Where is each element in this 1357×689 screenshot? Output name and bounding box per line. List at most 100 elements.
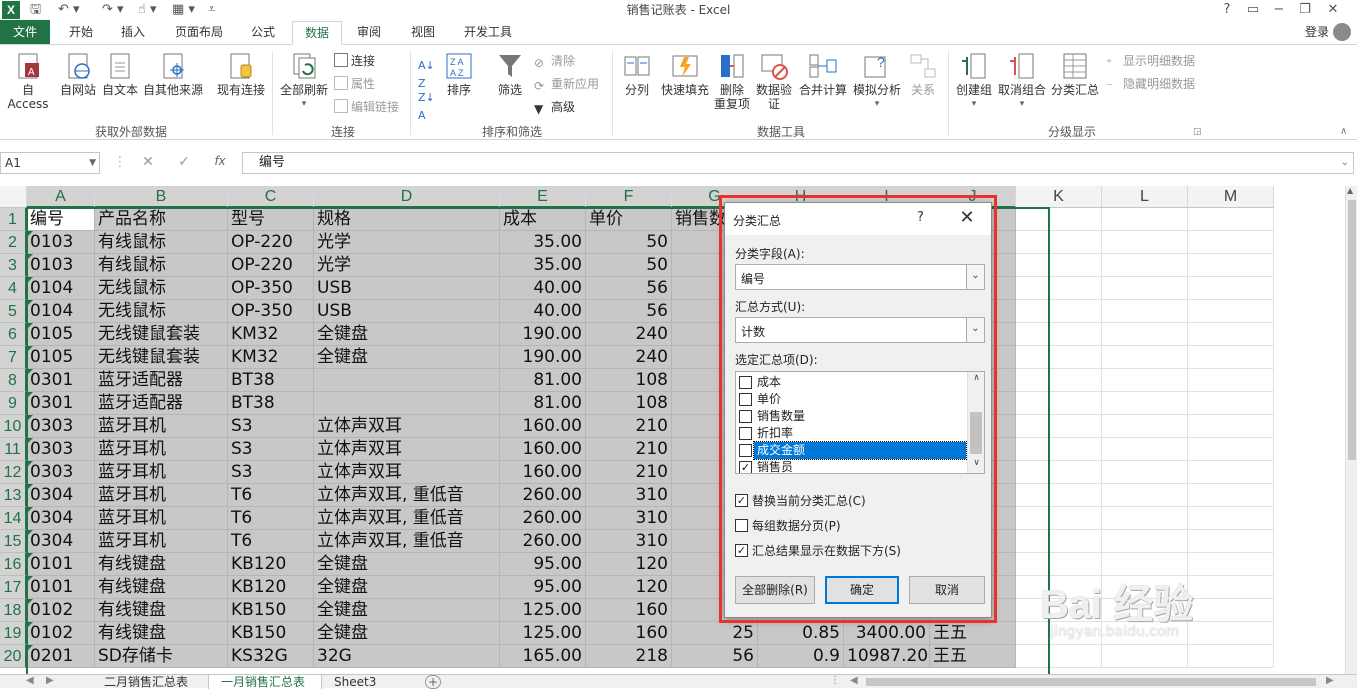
scroll-up-icon[interactable]: ▲	[1347, 186, 1353, 195]
tab-split-icon[interactable]: ⋮	[830, 675, 840, 686]
table-cell[interactable]: 0303	[27, 415, 95, 438]
row-header[interactable]: 17	[0, 576, 27, 599]
table-cell[interactable]: 全键盘	[314, 553, 500, 576]
table-cell[interactable]: 3400.00	[844, 622, 930, 645]
table-cell[interactable]: OP-220	[228, 231, 314, 254]
empty-cell[interactable]	[1016, 277, 1102, 300]
empty-cell[interactable]	[1016, 553, 1102, 576]
table-cell[interactable]: 0101	[27, 553, 95, 576]
table-cell[interactable]: 0103	[27, 254, 95, 277]
table-cell[interactable]: OP-350	[228, 277, 314, 300]
header-cell[interactable]: 成本	[500, 208, 586, 231]
table-cell[interactable]: 25	[672, 622, 758, 645]
row-header[interactable]: 9	[0, 392, 27, 415]
table-cell[interactable]: S3	[228, 415, 314, 438]
table-cell[interactable]: 35.00	[500, 254, 586, 277]
scroll-right-icon[interactable]: ▶	[1326, 675, 1334, 686]
table-cell[interactable]: 0104	[27, 277, 95, 300]
refresh-all-button[interactable]: 全部刷新 ▾	[276, 51, 332, 111]
row-header[interactable]: 10	[0, 415, 27, 438]
empty-cell[interactable]	[1188, 415, 1274, 438]
table-cell[interactable]: KB150	[228, 622, 314, 645]
table-cell[interactable]: 160.00	[500, 461, 586, 484]
empty-cell[interactable]	[1016, 622, 1102, 645]
chevron-down-icon[interactable]: ⌄	[966, 318, 984, 342]
table-cell[interactable]: 蓝牙耳机	[95, 438, 228, 461]
table-cell[interactable]: 0103	[27, 231, 95, 254]
table-cell[interactable]: 蓝牙耳机	[95, 415, 228, 438]
table-cell[interactable]: 125.00	[500, 622, 586, 645]
table-cell[interactable]: 0101	[27, 576, 95, 599]
list-item[interactable]: 成本	[738, 374, 967, 391]
empty-cell[interactable]	[1102, 346, 1188, 369]
table-cell[interactable]: 50	[586, 254, 672, 277]
empty-cell[interactable]	[1016, 254, 1102, 277]
empty-cell[interactable]	[1016, 461, 1102, 484]
empty-cell[interactable]	[1188, 323, 1274, 346]
table-cell[interactable]: 全键盘	[314, 323, 500, 346]
empty-cell[interactable]	[1102, 231, 1188, 254]
field-select[interactable]: 编号 ⌄	[735, 264, 985, 290]
horizontal-scroll-thumb[interactable]	[866, 678, 1316, 686]
existing-connections-button[interactable]: 现有连接	[214, 51, 268, 97]
header-cell[interactable]: 规格	[314, 208, 500, 231]
table-cell[interactable]: 无线键鼠套装	[95, 346, 228, 369]
table-cell[interactable]: 无线鼠标	[95, 277, 228, 300]
row-header[interactable]: 19	[0, 622, 27, 645]
empty-cell[interactable]	[1102, 323, 1188, 346]
sort-asc-icon[interactable]: A↓ Z	[418, 57, 435, 90]
empty-cell[interactable]	[1016, 300, 1102, 323]
empty-cell[interactable]	[1188, 553, 1274, 576]
empty-cell[interactable]	[1102, 622, 1188, 645]
next-sheet-icon[interactable]: ▶	[46, 675, 54, 686]
table-cell[interactable]: KM32	[228, 346, 314, 369]
tab-review[interactable]: 审阅	[346, 20, 392, 44]
table-cell[interactable]: 蓝牙适配器	[95, 392, 228, 415]
collapse-ribbon-icon[interactable]: ∧	[1340, 123, 1347, 141]
list-scroll-thumb[interactable]	[970, 412, 982, 454]
checkbox-icon[interactable]	[739, 376, 752, 389]
text-to-columns-button[interactable]: 分列	[618, 51, 656, 97]
empty-cell[interactable]	[1188, 507, 1274, 530]
subtotal-button[interactable]: 分类汇总	[1048, 51, 1102, 97]
table-cell[interactable]: 0104	[27, 300, 95, 323]
table-cell[interactable]: 35.00	[500, 231, 586, 254]
table-cell[interactable]: 有线键盘	[95, 553, 228, 576]
what-if-analysis-button[interactable]: ? 模拟分析 ▾	[850, 51, 904, 111]
empty-cell[interactable]	[1016, 599, 1102, 622]
table-cell[interactable]: 蓝牙耳机	[95, 530, 228, 553]
table-cell[interactable]: S3	[228, 438, 314, 461]
relationships-button[interactable]: 关系	[904, 51, 942, 97]
empty-cell[interactable]	[1102, 484, 1188, 507]
empty-cell[interactable]	[1102, 530, 1188, 553]
scroll-up-icon[interactable]: ∧	[968, 373, 984, 383]
sheet-tab-january[interactable]: 一月销售汇总表	[208, 675, 322, 689]
table-cell[interactable]: 210	[586, 461, 672, 484]
table-cell[interactable]: 210	[586, 438, 672, 461]
checkbox-icon[interactable]	[735, 519, 748, 532]
flash-fill-button[interactable]: 快速填充	[658, 51, 712, 97]
table-cell[interactable]: 310	[586, 530, 672, 553]
table-cell[interactable]: 160	[586, 622, 672, 645]
table-cell[interactable]: OP-350	[228, 300, 314, 323]
header-cell[interactable]: 产品名称	[95, 208, 228, 231]
table-cell[interactable]: 108	[586, 392, 672, 415]
row-header[interactable]: 4	[0, 277, 27, 300]
row-header[interactable]: 1	[0, 208, 27, 231]
from-access-button[interactable]: A 自 Access	[0, 51, 56, 111]
from-web-button[interactable]: 自网站	[58, 51, 98, 97]
chevron-down-icon[interactable]: ⌄	[966, 265, 984, 289]
header-cell[interactable]: 单价	[586, 208, 672, 231]
table-cell[interactable]: 有线键盘	[95, 622, 228, 645]
empty-cell[interactable]	[1102, 461, 1188, 484]
empty-cell[interactable]	[1016, 323, 1102, 346]
table-cell[interactable]: S3	[228, 461, 314, 484]
ok-button[interactable]: 确定	[825, 576, 899, 604]
table-cell[interactable]: BT38	[228, 392, 314, 415]
tab-data[interactable]: 数据	[292, 21, 342, 45]
empty-cell[interactable]	[1188, 599, 1274, 622]
name-box[interactable]: A1 ▼	[0, 152, 100, 174]
column-header-a[interactable]: A	[27, 186, 95, 208]
table-cell[interactable]: 160.00	[500, 415, 586, 438]
empty-cell[interactable]	[1016, 438, 1102, 461]
